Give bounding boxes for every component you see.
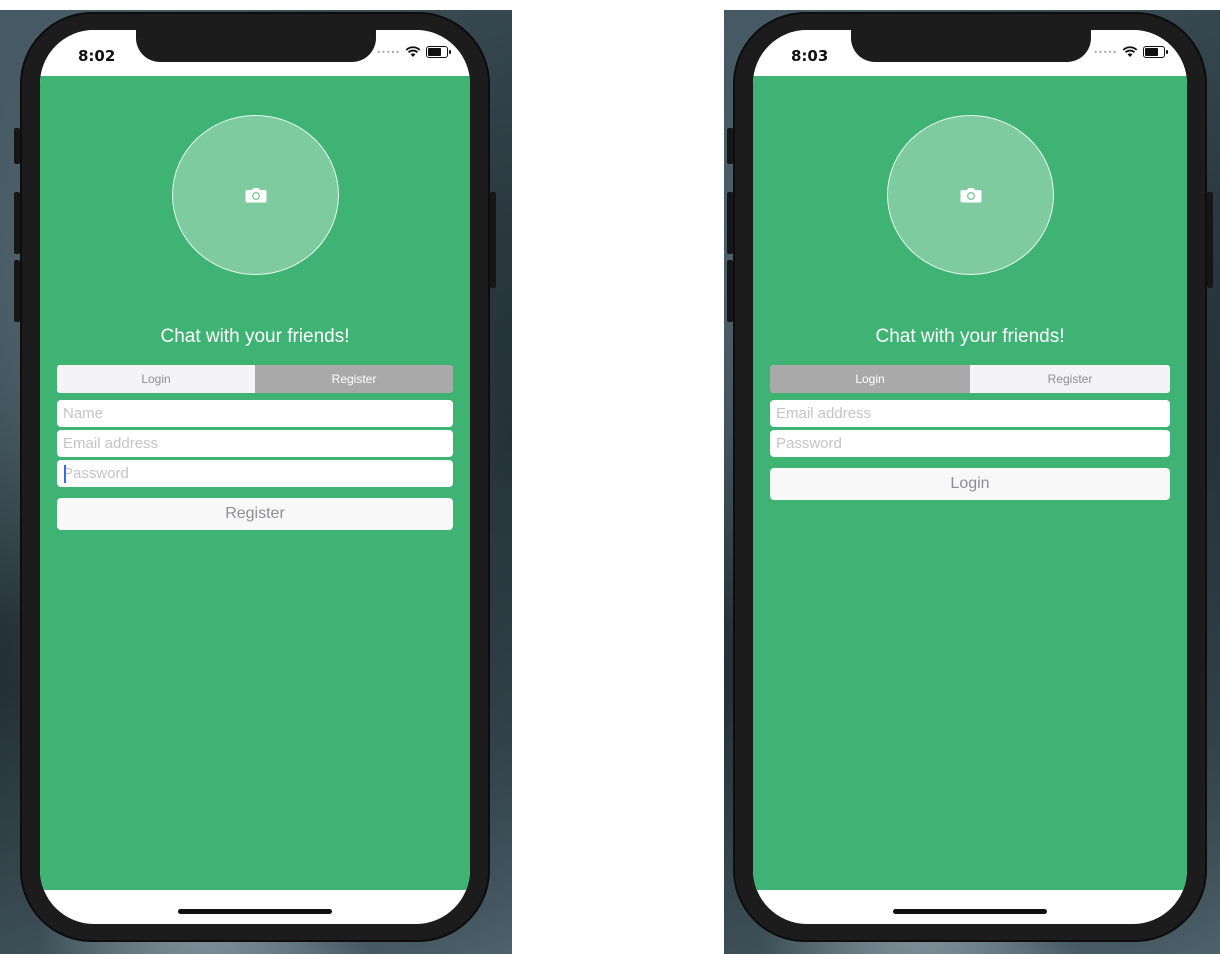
- password-field[interactable]: [770, 430, 1170, 457]
- name-field[interactable]: [57, 400, 453, 427]
- status-time: 8:02: [78, 47, 116, 65]
- login-register-segmented-control: Login Register: [57, 365, 453, 393]
- wifi-icon: [1122, 46, 1138, 57]
- volume-down-button: [14, 260, 20, 322]
- segment-register[interactable]: Register: [255, 365, 453, 393]
- segment-login[interactable]: Login: [770, 365, 970, 393]
- login-register-segmented-control: Login Register: [770, 365, 1170, 393]
- mute-switch: [727, 128, 733, 164]
- volume-up-button: [727, 192, 733, 254]
- segment-register[interactable]: Register: [970, 365, 1170, 393]
- login-button[interactable]: Login: [770, 468, 1170, 500]
- screen-register: 8:02 ••••• Chat with your friends! Login…: [40, 30, 470, 924]
- login-view: Chat with your friends! Login Register L…: [753, 76, 1187, 890]
- screen-login: 8:03 ••••• Chat with your friends! Login…: [753, 30, 1187, 924]
- volume-down-button: [727, 260, 733, 322]
- profile-image-picker[interactable]: [887, 115, 1054, 275]
- tagline: Chat with your friends!: [160, 326, 350, 347]
- register-view: Chat with your friends! Login Register R…: [40, 76, 470, 890]
- segment-login[interactable]: Login: [57, 365, 255, 393]
- password-field[interactable]: [57, 460, 453, 487]
- mute-switch: [14, 128, 20, 164]
- home-indicator[interactable]: [178, 909, 332, 914]
- battery-icon: [1143, 46, 1168, 58]
- power-button: [1207, 192, 1213, 288]
- register-button[interactable]: Register: [57, 498, 453, 530]
- volume-up-button: [14, 192, 20, 254]
- tagline: Chat with your friends!: [875, 326, 1065, 347]
- phone-frame-register: 8:02 ••••• Chat with your friends! Login…: [14, 12, 496, 942]
- camera-icon: [960, 188, 981, 203]
- profile-image-picker[interactable]: [172, 115, 339, 275]
- signal-icon: •••••: [1093, 47, 1117, 57]
- notch: [851, 30, 1091, 62]
- status-bar: 8:03 •••••: [753, 30, 1187, 76]
- text-caret: [64, 465, 66, 483]
- battery-icon: [426, 46, 451, 58]
- status-icons: •••••: [1093, 46, 1168, 58]
- home-indicator[interactable]: [893, 909, 1047, 914]
- camera-icon: [245, 188, 266, 203]
- email-field[interactable]: [770, 400, 1170, 427]
- email-field[interactable]: [57, 430, 453, 457]
- status-time: 8:03: [791, 47, 829, 65]
- power-button: [490, 192, 496, 288]
- phone-frame-login: 8:03 ••••• Chat with your friends! Login…: [727, 12, 1213, 942]
- notch: [136, 30, 376, 62]
- signal-icon: •••••: [376, 47, 400, 57]
- status-icons: •••••: [376, 46, 451, 58]
- status-bar: 8:02 •••••: [40, 30, 470, 76]
- wifi-icon: [405, 46, 421, 57]
